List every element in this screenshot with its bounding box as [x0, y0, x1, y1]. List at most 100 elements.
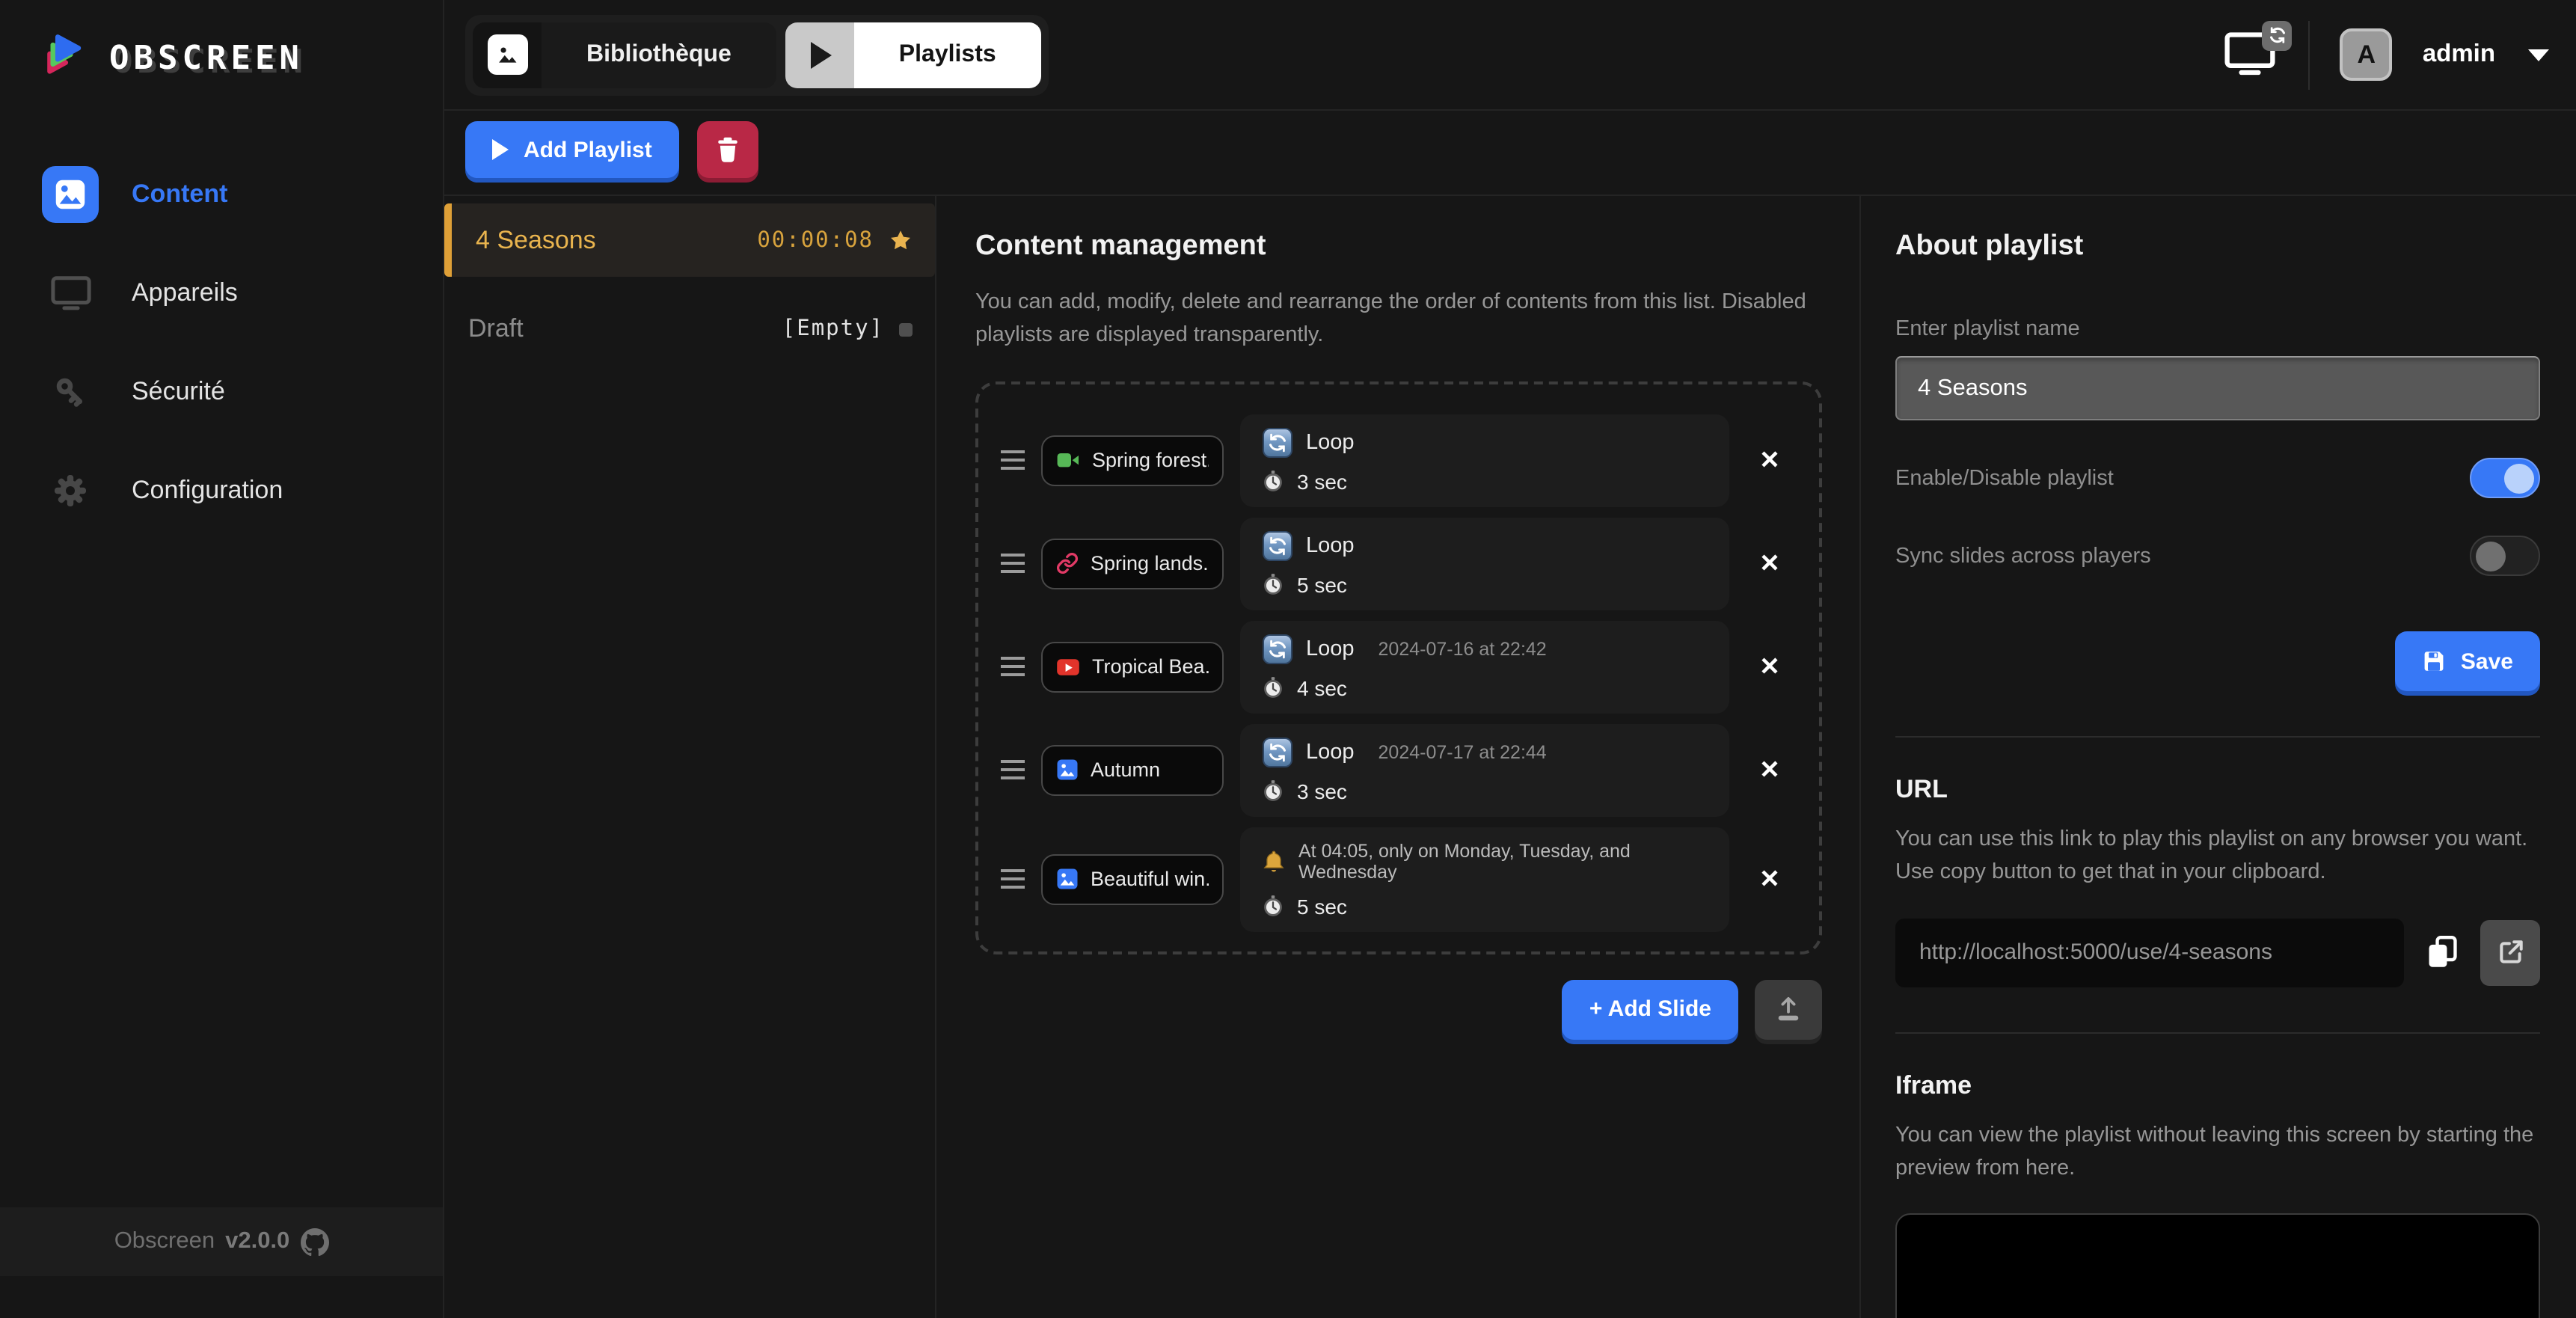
enable-playlist-toggle[interactable]: [2470, 458, 2540, 498]
sync-label: Sync slides across players: [1895, 544, 2151, 568]
sync-toggle-row: Sync slides across players: [1895, 536, 2540, 576]
slide-settings-card[interactable]: At 04:05, only on Monday, Tuesday, and W…: [1240, 827, 1729, 932]
image-icon: [1056, 759, 1079, 782]
add-playlist-button[interactable]: Add Playlist: [465, 121, 679, 178]
save-row: Save: [1895, 631, 2540, 691]
slide-name-pill[interactable]: Autumn: [1041, 745, 1224, 796]
divider: [1895, 736, 2540, 738]
divider: [1895, 1032, 2540, 1034]
divider: [2309, 20, 2310, 89]
slide-name-pill[interactable]: Spring lands...: [1041, 539, 1224, 589]
panel-title: About playlist: [1895, 230, 2540, 263]
play-icon: [492, 139, 509, 160]
tab-label: Playlists: [854, 22, 1041, 88]
sidebar-item-securite[interactable]: Sécurité: [0, 361, 443, 423]
slide-name-pill[interactable]: Spring forest...: [1041, 435, 1224, 486]
sync-slides-toggle[interactable]: [2470, 536, 2540, 576]
sidebar-item-configuration[interactable]: Configuration: [0, 459, 443, 522]
playlist-name: 4 Seasons: [476, 225, 742, 255]
sidebar: OBSCREEN Content: [0, 0, 444, 1318]
upload-icon: [1774, 996, 1803, 1024]
star-icon: [889, 228, 913, 252]
open-url-button[interactable]: [2481, 920, 2540, 986]
drag-handle-icon[interactable]: [1001, 554, 1025, 574]
external-link-icon: [2496, 939, 2524, 967]
slide-name-pill[interactable]: Beautiful win...: [1041, 854, 1224, 905]
slide-name-pill[interactable]: Tropical Bea...: [1041, 642, 1224, 693]
playlist-status: [Empty]: [782, 317, 884, 341]
drag-handle-icon[interactable]: [1001, 870, 1025, 889]
iframe-section-description: You can view the playlist without leavin…: [1895, 1119, 2540, 1186]
remove-slide-button[interactable]: ✕: [1746, 754, 1794, 787]
playlist-duration: 00:00:08: [757, 228, 874, 252]
chevron-down-icon[interactable]: [2528, 49, 2549, 61]
remove-slide-button[interactable]: ✕: [1746, 863, 1794, 896]
sidebar-item-label: Content: [132, 180, 227, 209]
gear-icon: [42, 462, 99, 519]
content-management-panel: Content management You can add, modify, …: [936, 196, 1861, 1318]
slide-duration: 5 sec: [1297, 895, 1347, 919]
video-icon: [1056, 450, 1080, 472]
slides-container: Spring forest...: [975, 381, 1822, 954]
slide-mode: Loop: [1306, 534, 1355, 558]
url-section-description: You can use this link to play this playl…: [1895, 823, 2540, 890]
slide-duration: 3 sec: [1297, 779, 1347, 803]
loop-icon: [1263, 738, 1292, 767]
slide-settings-card[interactable]: Loop 2024-07-17 at 22:44: [1240, 724, 1729, 817]
playlist-url-input[interactable]: [1895, 919, 2405, 987]
playlist-name-input[interactable]: [1895, 356, 2540, 420]
stopwatch-icon: [1263, 574, 1284, 596]
slide-schedule: At 04:05, only on Monday, Tuesday, and W…: [1298, 841, 1707, 883]
save-button[interactable]: Save: [2395, 631, 2540, 691]
slide-mode-date: 2024-07-16 at 22:42: [1379, 639, 1547, 660]
slide-mode: Loop: [1306, 431, 1355, 455]
delete-playlist-button[interactable]: [697, 121, 758, 178]
version-footer: Obscreen v2.0.0: [0, 1207, 443, 1276]
tab-playlists[interactable]: Playlists: [785, 22, 1041, 88]
user-name[interactable]: admin: [2423, 40, 2495, 69]
add-slide-button[interactable]: + Add Slide: [1563, 980, 1738, 1040]
screen-refresh-icon[interactable]: [2225, 31, 2279, 79]
slide-settings-card[interactable]: Loop 5 sec: [1240, 518, 1729, 610]
copy-url-button[interactable]: [2427, 936, 2459, 970]
slide-duration: 3 sec: [1297, 470, 1347, 494]
remove-slide-button[interactable]: ✕: [1746, 548, 1794, 580]
slide-row: Spring forest...: [1001, 414, 1794, 507]
brand-logo: OBSCREEN: [0, 0, 443, 85]
square-icon: [899, 322, 913, 336]
sidebar-item-content[interactable]: Content: [0, 163, 443, 226]
drag-handle-icon[interactable]: [1001, 451, 1025, 471]
obscreen-app: OBSCREEN Content: [0, 0, 2576, 1318]
playlist-item-4-seasons[interactable]: 4 Seasons 00:00:08: [444, 203, 935, 277]
playlist-preview-iframe[interactable]: [1895, 1213, 2540, 1318]
sidebar-item-appareils[interactable]: Appareils: [0, 262, 443, 325]
remove-slide-button[interactable]: ✕: [1746, 651, 1794, 684]
slide-mode: Loop: [1306, 741, 1355, 764]
remove-slide-button[interactable]: ✕: [1746, 444, 1794, 477]
slide-settings-card[interactable]: Loop 3 sec: [1240, 414, 1729, 507]
link-icon: [1056, 553, 1079, 575]
slide-settings-card[interactable]: Loop 2024-07-16 at 22:42: [1240, 621, 1729, 714]
brand-name: OBSCREEN: [109, 40, 304, 78]
sidebar-item-label: Sécurité: [132, 377, 225, 407]
tab-bibliotheque[interactable]: Bibliothèque: [473, 22, 776, 88]
drag-handle-icon[interactable]: [1001, 761, 1025, 780]
github-icon[interactable]: [300, 1227, 328, 1256]
stopwatch-icon: [1263, 780, 1284, 803]
stopwatch-icon: [1263, 471, 1284, 493]
slide-row: Beautiful win... At 04:05, on: [1001, 827, 1794, 932]
playlist-item-draft[interactable]: Draft [Empty]: [444, 299, 935, 359]
bell-icon: [1263, 850, 1285, 874]
youtube-icon: [1056, 657, 1080, 678]
upload-slide-button[interactable]: [1755, 980, 1822, 1040]
avatar[interactable]: A: [2340, 28, 2393, 81]
stopwatch-icon: [1263, 895, 1284, 918]
drag-handle-icon[interactable]: [1001, 658, 1025, 677]
key-icon: [42, 364, 99, 420]
stopwatch-icon: [1263, 677, 1284, 699]
slide-row: Tropical Bea...: [1001, 621, 1794, 714]
about-playlist-panel: About playlist Enter playlist name Enabl…: [1861, 196, 2576, 1318]
loop-icon: [1263, 634, 1292, 664]
topbar: Bibliothèque Playlists: [444, 0, 2576, 111]
slide-mode: Loop: [1306, 637, 1355, 661]
